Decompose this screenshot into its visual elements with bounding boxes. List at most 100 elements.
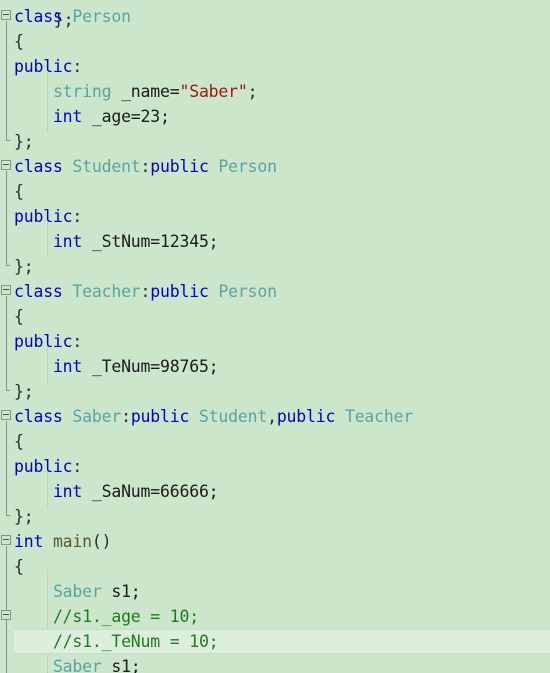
code-token-pln	[14, 107, 53, 126]
code-token-type: Person	[218, 157, 277, 176]
code-line[interactable]: };	[14, 504, 550, 529]
code-token-pln	[63, 157, 73, 176]
code-line[interactable]: {	[14, 429, 550, 454]
code-token-pln	[14, 607, 53, 626]
code-token-pln	[14, 82, 53, 101]
code-token-pln: _name=	[111, 82, 180, 101]
code-token-pln	[189, 407, 199, 426]
code-token-pln: _TeNum=98765;	[82, 357, 219, 376]
code-token-pun: ;	[247, 82, 258, 101]
code-line[interactable]: };	[14, 379, 550, 404]
fold-collapse-icon[interactable]	[1, 535, 11, 545]
code-line[interactable]: public:	[14, 329, 550, 354]
code-token-kw: class	[14, 7, 63, 26]
code-token-cmt: //s1._age = 10;	[52, 607, 199, 626]
code-token-kw: public	[276, 407, 336, 426]
code-token-cmt: //s1._TeNum = 10;	[52, 632, 219, 651]
code-token-kw: class	[14, 157, 63, 176]
code-token-kw: int	[52, 357, 83, 376]
code-line[interactable]: //s1._TeNum = 10;	[14, 629, 550, 654]
code-token-pln	[63, 282, 73, 301]
code-token-kw: public	[14, 207, 73, 226]
code-token-type: Person	[218, 282, 277, 301]
code-line[interactable]: {	[14, 304, 550, 329]
code-token-pun: };	[14, 382, 34, 401]
code-token-type: Student	[72, 157, 141, 176]
code-token-pln	[14, 357, 53, 376]
code-token-pln	[14, 482, 53, 501]
code-token-kw: public	[130, 407, 190, 426]
code-token-kw: int	[52, 232, 83, 251]
code-line[interactable]: public:	[14, 54, 550, 79]
code-token-pln	[14, 582, 53, 601]
code-token-pln: _SaNum=66666;	[82, 482, 219, 501]
code-token-strkw: string	[52, 82, 112, 101]
code-token-pln	[335, 407, 345, 426]
fold-region-end-tick	[6, 265, 10, 266]
code-token-pun: };	[14, 257, 34, 276]
fold-region-line	[6, 296, 7, 390]
code-token-pln	[43, 532, 53, 551]
code-line[interactable]: class Saber:public Student,public Teache…	[14, 404, 550, 429]
code-line[interactable]: class Person	[14, 4, 550, 29]
code-token-pun: :	[140, 282, 151, 301]
code-line[interactable]: Saber s1;	[14, 579, 550, 604]
code-token-type: Person	[72, 7, 131, 26]
code-line[interactable]: int _StNum=12345;	[14, 229, 550, 254]
code-token-pun: {	[14, 557, 24, 576]
fold-collapse-icon[interactable]	[1, 410, 11, 420]
code-token-pun: {	[14, 32, 24, 51]
code-line[interactable]: {	[14, 554, 550, 579]
code-line[interactable]: string _name="Saber";	[14, 79, 550, 104]
code-line[interactable]: class Teacher:public Person	[14, 279, 550, 304]
code-token-pun: {	[14, 307, 24, 326]
code-line[interactable]: {	[14, 179, 550, 204]
code-token-kw: class	[14, 407, 63, 426]
code-token-pun: };	[14, 507, 34, 526]
code-content-area[interactable]: class Person { public: string _name="Saber…	[14, 0, 550, 673]
code-token-pun: {	[14, 182, 24, 201]
code-token-pln	[209, 282, 219, 301]
code-token-fn: main	[52, 532, 92, 551]
fold-region-line	[6, 621, 7, 673]
code-token-str: "Saber"	[179, 82, 248, 101]
code-token-pln	[209, 157, 219, 176]
code-line[interactable]: public:	[14, 454, 550, 479]
code-line[interactable]: int _age=23;	[14, 104, 550, 129]
fold-collapse-icon[interactable]	[1, 160, 11, 170]
fold-collapse-icon[interactable]	[1, 10, 11, 20]
code-token-pun: ,	[267, 407, 277, 426]
code-line[interactable]: class Student:public Person	[14, 154, 550, 179]
code-token-pun: };	[14, 132, 34, 151]
code-token-pun: :	[72, 457, 83, 476]
code-token-pln: s1;	[101, 657, 141, 673]
code-token-pun: :	[72, 207, 83, 226]
code-token-pun: :	[72, 332, 83, 351]
code-token-pun: {	[14, 432, 24, 451]
code-line[interactable]: public:	[14, 204, 550, 229]
code-token-pun: :	[72, 57, 83, 76]
code-line[interactable]: };	[14, 129, 550, 154]
code-token-kw: public	[14, 332, 73, 351]
code-line[interactable]: Saber s1;	[14, 654, 550, 673]
code-line[interactable]: int _SaNum=66666;	[14, 479, 550, 504]
code-line[interactable]: {	[14, 29, 550, 54]
fold-collapse-icon[interactable]	[1, 285, 11, 295]
fold-region-line	[6, 421, 7, 515]
code-line[interactable]: };	[14, 254, 550, 279]
fold-collapse-icon[interactable]	[1, 610, 11, 620]
code-token-type: Saber	[72, 407, 122, 426]
code-token-pln	[14, 632, 53, 651]
fold-region-end-tick	[6, 515, 10, 516]
fold-region-end-tick	[6, 390, 10, 391]
code-token-pln	[63, 7, 73, 26]
folding-gutter[interactable]	[0, 0, 14, 673]
code-token-kw: public	[14, 457, 73, 476]
code-line[interactable]: int main()	[14, 529, 550, 554]
code-token-kw: class	[14, 282, 63, 301]
code-editor[interactable]: }; class Person { public: string _name="Sa…	[0, 0, 550, 673]
code-token-kw: int	[14, 532, 44, 551]
code-token-kw: public	[14, 57, 73, 76]
code-line[interactable]: int _TeNum=98765;	[14, 354, 550, 379]
code-line[interactable]: //s1._age = 10;	[14, 604, 550, 629]
